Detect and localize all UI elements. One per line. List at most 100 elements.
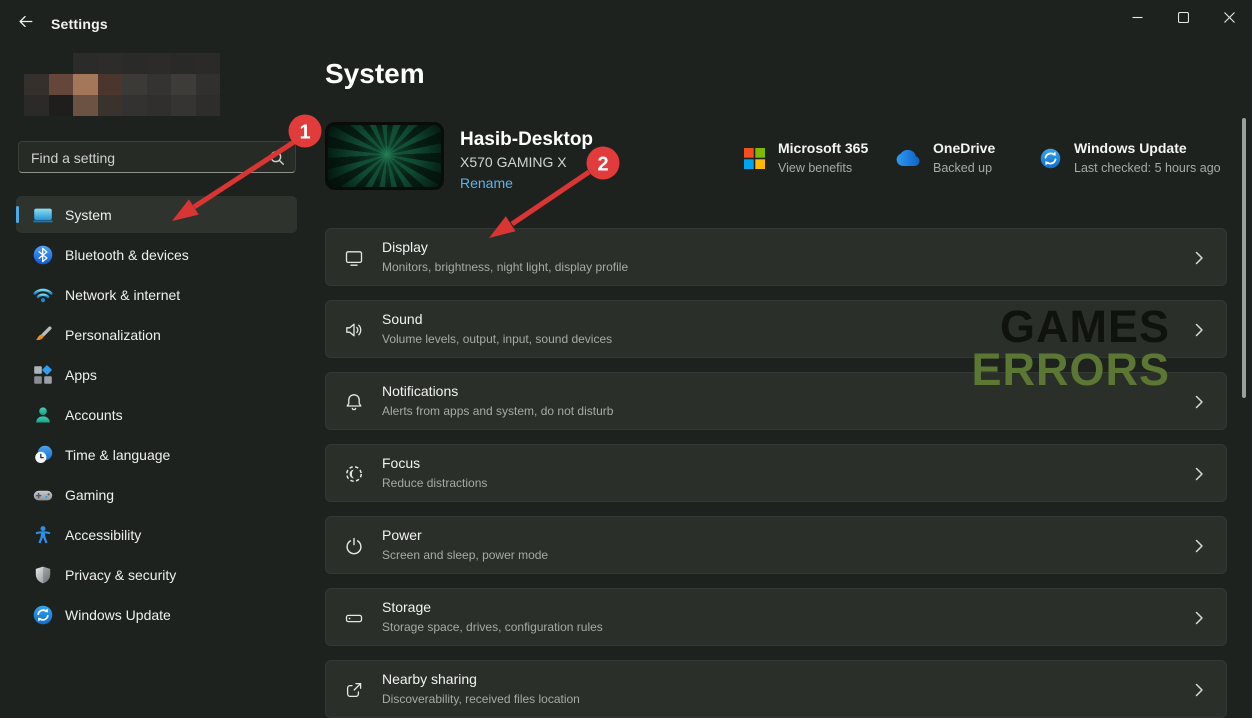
app-title: Settings	[51, 16, 108, 32]
windows-update-icon	[33, 605, 53, 625]
settings-row-nearby-sharing[interactable]: Nearby sharing Discoverability, received…	[325, 660, 1227, 718]
sidebar-item-personalization[interactable]: Personalization	[16, 316, 297, 353]
rename-link[interactable]: Rename	[460, 175, 513, 191]
sidebar-item-gaming[interactable]: Gaming	[16, 476, 297, 513]
device-name: Hasib-Desktop	[460, 129, 593, 151]
search-input[interactable]	[29, 142, 263, 174]
settings-row-display[interactable]: Display Monitors, brightness, night ligh…	[325, 228, 1227, 286]
row-title: Storage	[382, 599, 431, 615]
status-card-windows-update[interactable]: Windows Update Last checked: 5 hours ago	[1040, 136, 1221, 180]
device-wallpaper-thumbnail	[325, 122, 444, 190]
time-language-icon	[33, 445, 53, 465]
status-card-subtitle: View benefits	[778, 160, 868, 176]
focus-icon	[344, 464, 364, 484]
row-title: Focus	[382, 455, 420, 471]
search-icon	[269, 150, 285, 166]
chevron-right-icon	[1195, 683, 1204, 697]
sidebar-item-label: Time & language	[65, 447, 170, 463]
back-arrow-icon	[17, 13, 34, 30]
sidebar-item-label: Personalization	[65, 327, 161, 343]
row-subtitle: Reduce distractions	[382, 476, 487, 490]
settings-row-storage[interactable]: Storage Storage space, drives, configura…	[325, 588, 1227, 646]
user-avatar-blur	[24, 53, 220, 116]
search-box	[18, 141, 296, 173]
system-icon	[33, 205, 53, 225]
chevron-right-icon	[1195, 611, 1204, 625]
row-title: Power	[382, 527, 422, 543]
bluetooth-icon	[33, 245, 53, 265]
titlebar: Settings	[0, 0, 1252, 40]
chevron-right-icon	[1195, 395, 1204, 409]
sidebar-item-windows-update[interactable]: Windows Update	[16, 596, 297, 633]
onedrive-icon	[892, 149, 920, 167]
sidebar-item-label: Accounts	[65, 407, 123, 423]
settings-row-power[interactable]: Power Screen and sleep, power mode	[325, 516, 1227, 574]
display-icon	[344, 248, 364, 268]
row-title: Sound	[382, 311, 422, 327]
settings-row-sound[interactable]: Sound Volume levels, output, input, soun…	[325, 300, 1227, 358]
sidebar-item-label: Windows Update	[65, 607, 171, 623]
annotation-step-1: 1	[299, 122, 310, 144]
sidebar-item-bluetooth-devices[interactable]: Bluetooth & devices	[16, 236, 297, 273]
row-subtitle: Monitors, brightness, night light, displ…	[382, 260, 628, 274]
sidebar-item-label: Apps	[65, 367, 97, 383]
page-title: System	[325, 58, 425, 90]
status-card-title: OneDrive	[933, 140, 995, 157]
microsoft-logo	[744, 148, 765, 169]
chevron-right-icon	[1195, 467, 1204, 481]
sidebar-item-system[interactable]: System	[16, 196, 297, 233]
windows-update-icon	[1040, 148, 1061, 169]
status-card-onedrive[interactable]: OneDrive Backed up	[892, 136, 995, 180]
sidebar-item-apps[interactable]: Apps	[16, 356, 297, 393]
sidebar-item-time-language[interactable]: Time & language	[16, 436, 297, 473]
sidebar-item-label: Accessibility	[65, 527, 141, 543]
sidebar-item-accessibility[interactable]: Accessibility	[16, 516, 297, 553]
row-subtitle: Alerts from apps and system, do not dist…	[382, 404, 613, 418]
sidebar-item-accounts[interactable]: Accounts	[16, 396, 297, 433]
back-button[interactable]	[8, 6, 42, 36]
status-card-microsoft-365[interactable]: Microsoft 365 View benefits	[744, 136, 868, 180]
sound-icon	[344, 320, 364, 340]
row-title: Notifications	[382, 383, 458, 399]
notifications-icon	[344, 392, 364, 412]
sidebar-item-label: System	[65, 207, 112, 223]
apps-icon	[33, 365, 53, 385]
chevron-right-icon	[1195, 251, 1204, 265]
row-subtitle: Volume levels, output, input, sound devi…	[382, 332, 612, 346]
settings-row-focus[interactable]: Focus Reduce distractions	[325, 444, 1227, 502]
sidebar-item-label: Network & internet	[65, 287, 180, 303]
annotation-circle-2	[587, 147, 620, 180]
row-subtitle: Screen and sleep, power mode	[382, 548, 548, 562]
close-icon	[1224, 12, 1235, 23]
selection-indicator	[16, 206, 19, 223]
close-button[interactable]	[1206, 0, 1252, 34]
nearby-sharing-icon	[344, 680, 364, 700]
sidebar-item-label: Gaming	[65, 487, 114, 503]
settings-row-notifications[interactable]: Notifications Alerts from apps and syste…	[325, 372, 1227, 430]
annotation-step-2: 2	[597, 154, 608, 176]
row-subtitle: Storage space, drives, configuration rul…	[382, 620, 603, 634]
sidebar-item-privacy-security[interactable]: Privacy & security	[16, 556, 297, 593]
row-title: Nearby sharing	[382, 671, 477, 687]
network-icon	[33, 285, 53, 305]
chevron-right-icon	[1195, 539, 1204, 553]
status-card-subtitle: Backed up	[933, 160, 995, 176]
row-title: Display	[382, 239, 428, 255]
status-card-subtitle: Last checked: 5 hours ago	[1074, 160, 1221, 176]
maximize-button[interactable]	[1160, 0, 1206, 34]
gaming-icon	[33, 485, 53, 505]
privacy-security-icon	[33, 565, 53, 585]
chevron-right-icon	[1195, 323, 1204, 337]
minimize-icon	[1132, 12, 1143, 23]
sidebar-item-label: Bluetooth & devices	[65, 247, 189, 263]
vertical-scrollbar-thumb[interactable]	[1242, 118, 1246, 398]
minimize-button[interactable]	[1114, 0, 1160, 34]
maximize-icon	[1178, 12, 1189, 23]
power-icon	[344, 536, 364, 556]
accessibility-icon	[33, 525, 53, 545]
status-card-title: Microsoft 365	[778, 140, 868, 157]
storage-icon	[344, 608, 364, 628]
sidebar-item-network-internet[interactable]: Network & internet	[16, 276, 297, 313]
personalization-icon	[33, 325, 53, 345]
accounts-icon	[33, 405, 53, 425]
